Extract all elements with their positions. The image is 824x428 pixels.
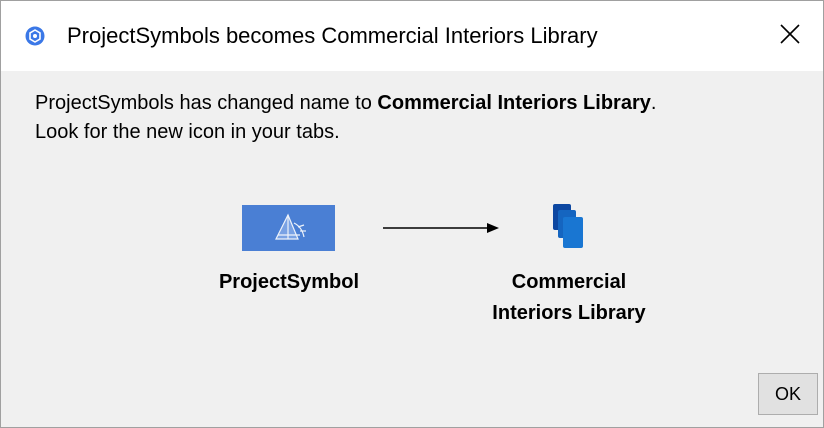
right-arrow-icon (383, 222, 501, 234)
close-icon[interactable] (779, 23, 801, 50)
new-name-label-line1: Commercial (511, 271, 627, 293)
rename-notice-dialog: ProjectSymbols becomes Commercial Interi… (0, 0, 824, 428)
window-title: ProjectSymbols becomes Commercial Interi… (67, 23, 598, 48)
message-line1-prefix: ProjectSymbols has changed name to (35, 92, 378, 114)
ok-button[interactable]: OK (758, 373, 818, 415)
projectsymbol-tab-icon (242, 205, 335, 251)
old-name-label: ProjectSymbol (218, 271, 360, 293)
message-line1-suffix: . (650, 92, 657, 114)
hexagon-logo-icon (25, 26, 45, 46)
new-library-name: Commercial Interiors Library (377, 92, 651, 114)
new-name-label: Commercial Interiors Library (456, 267, 682, 329)
message-line2: Look for the new icon in your tabs. (35, 121, 340, 143)
close-button[interactable] (757, 1, 823, 71)
title-bar[interactable]: ProjectSymbols becomes Commercial Interi… (1, 1, 823, 71)
new-name-label-line2: Interiors Library (492, 302, 646, 324)
stacked-documents-icon (549, 202, 591, 250)
message-text: ProjectSymbols has changed name to Comme… (35, 89, 815, 147)
